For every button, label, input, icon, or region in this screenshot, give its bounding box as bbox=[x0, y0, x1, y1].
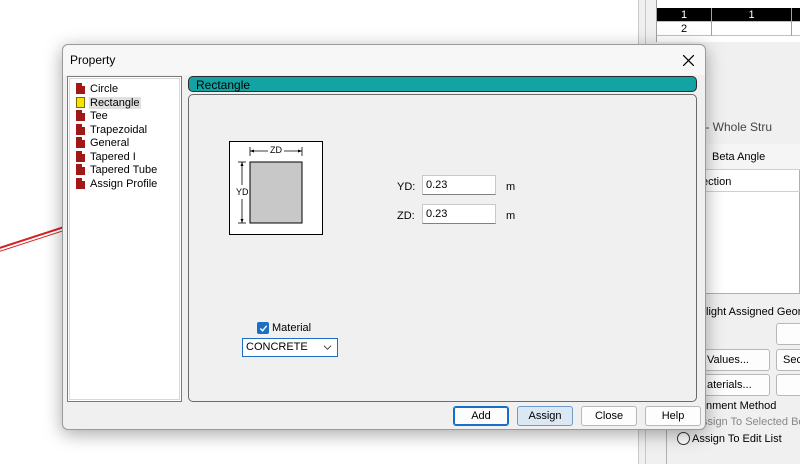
profile-doc-icon bbox=[76, 178, 85, 189]
grid-cell: 1 bbox=[712, 8, 792, 22]
profile-tree-inner: Circle Rectangle Tee Trapezoidal General… bbox=[69, 78, 180, 400]
assign-edit-list-radio[interactable] bbox=[677, 432, 690, 445]
properties-blank-button[interactable] bbox=[776, 323, 800, 345]
assign-selected-option[interactable]: ssign To Selected Bea bbox=[702, 416, 800, 428]
tree-item-tee[interactable]: Tee bbox=[76, 109, 109, 122]
dialog-title: Property bbox=[70, 53, 116, 67]
close-icon bbox=[682, 54, 694, 66]
yd-dimension-label: YD bbox=[236, 187, 249, 197]
materials-button[interactable]: aterials... bbox=[700, 374, 770, 396]
profile-doc-icon bbox=[76, 164, 85, 175]
profile-doc-icon bbox=[76, 83, 85, 94]
grid-row[interactable]: 2 bbox=[657, 22, 800, 36]
zd-dimension-label: ZD bbox=[270, 145, 282, 155]
yd-unit: m bbox=[506, 181, 516, 193]
tree-item-trapezoidal[interactable]: Trapezoidal bbox=[76, 123, 148, 136]
profile-tree[interactable]: Circle Rectangle Tee Trapezoidal General… bbox=[67, 76, 182, 402]
tree-item-label: Tee bbox=[90, 109, 108, 122]
grid-cell: 2 bbox=[657, 22, 712, 36]
chevron-down-icon bbox=[323, 345, 332, 350]
yd-input[interactable]: 0.23 bbox=[422, 175, 496, 195]
close-dialog-button[interactable]: Close bbox=[581, 406, 637, 426]
background-grid: 1 1 2 bbox=[656, 0, 800, 42]
profile-doc-icon bbox=[76, 137, 85, 148]
zd-unit: m bbox=[506, 210, 516, 222]
assign-button[interactable]: Assign bbox=[517, 406, 573, 426]
tree-item-label: Circle bbox=[90, 82, 119, 95]
highlight-assigned-label[interactable]: light Assigned Geom bbox=[706, 306, 800, 318]
grid-row[interactable]: 1 1 bbox=[657, 8, 800, 22]
tree-item-circle[interactable]: Circle bbox=[76, 82, 119, 95]
tree-item-label: General bbox=[90, 136, 130, 149]
check-icon bbox=[259, 324, 267, 332]
zd-label: ZD: bbox=[397, 210, 415, 222]
section-header-title: Rectangle bbox=[196, 78, 251, 92]
grid-cell: 1 bbox=[657, 8, 712, 22]
assign-edit-list-label[interactable]: Assign To Edit List bbox=[692, 433, 782, 445]
yd-label: YD: bbox=[397, 181, 416, 193]
sec-button[interactable]: Sec bbox=[776, 349, 800, 371]
profile-selected-icon bbox=[76, 97, 85, 108]
rectangle-section-diagram: ZD YD bbox=[229, 141, 323, 235]
tree-item-assign-profile[interactable]: Assign Profile bbox=[76, 177, 158, 190]
assignment-method-label: nment Method bbox=[706, 400, 777, 412]
tree-item-label: Trapezoidal bbox=[90, 123, 148, 136]
rectangle-properties-panel: ZD YD YD: 0.23 m ZD: 0.23 m Material CON… bbox=[188, 94, 697, 402]
tree-item-tapered-i[interactable]: Tapered I bbox=[76, 150, 137, 163]
profile-doc-icon bbox=[76, 110, 85, 121]
section-header-bar: Rectangle bbox=[188, 76, 697, 92]
grid-cell bbox=[712, 22, 792, 36]
material-checkbox-label[interactable]: Material bbox=[272, 322, 311, 334]
properties-blank-button[interactable] bbox=[776, 374, 800, 396]
zd-input[interactable]: 0.23 bbox=[422, 204, 496, 224]
profile-doc-icon bbox=[76, 124, 85, 135]
tree-item-label: Tapered I bbox=[90, 150, 136, 163]
help-button[interactable]: Help bbox=[645, 406, 701, 426]
values-button[interactable]: Values... bbox=[700, 349, 770, 371]
add-button[interactable]: Add bbox=[453, 406, 509, 426]
tree-item-label: Rectangle bbox=[89, 96, 141, 109]
tree-item-rectangle[interactable]: Rectangle bbox=[76, 96, 141, 109]
material-dropdown-value: CONCRETE bbox=[246, 341, 308, 353]
section-header[interactable]: ection bbox=[702, 176, 731, 188]
dialog-titlebar[interactable]: Property bbox=[63, 45, 705, 75]
tree-item-general[interactable]: General bbox=[76, 136, 130, 149]
profile-doc-icon bbox=[76, 151, 85, 162]
tree-item-label: Tapered Tube bbox=[90, 163, 158, 176]
tree-item-label: Assign Profile bbox=[90, 177, 158, 190]
tree-item-tapered-tube[interactable]: Tapered Tube bbox=[76, 163, 158, 176]
beta-angle-header[interactable]: Beta Angle bbox=[712, 151, 765, 163]
material-dropdown[interactable]: CONCRETE bbox=[242, 338, 338, 357]
property-dialog: Property Circle Rectangle Tee Trapezoida… bbox=[62, 44, 706, 430]
close-button[interactable] bbox=[671, 45, 705, 75]
material-checkbox[interactable] bbox=[257, 322, 269, 334]
